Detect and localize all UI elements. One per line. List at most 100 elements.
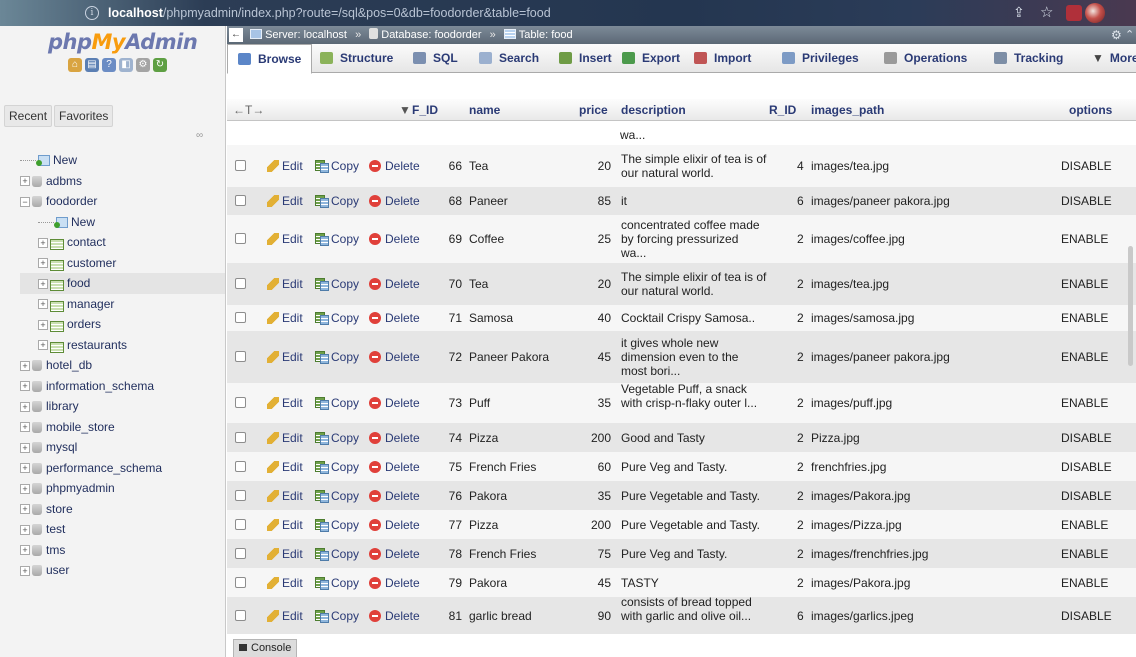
tree-item-foodorder[interactable]: − foodorder [20,191,225,212]
column-arrows-icon[interactable]: ←T→ [233,103,264,117]
row-checkbox[interactable] [235,195,246,206]
tree-item-test[interactable]: + test [20,519,225,540]
edit-button[interactable]: Edit [267,194,303,208]
row-checkbox[interactable] [235,278,246,289]
column-header-options[interactable]: options [1069,103,1112,117]
tab-insert[interactable]: Insert [549,44,622,73]
tree-item-contact[interactable]: + contact [20,232,225,253]
expand-icon[interactable]: + [20,401,30,412]
tree-item-restaurants[interactable]: + restaurants [20,335,225,356]
column-header-rid[interactable]: R_ID [769,103,796,117]
tree-item-store[interactable]: + store [20,499,225,520]
row-checkbox[interactable] [235,461,246,472]
expand-icon[interactable]: + [20,360,30,371]
copy-button[interactable]: Copy [315,194,359,208]
row-checkbox[interactable] [235,160,246,171]
column-header-description[interactable]: description [621,103,686,117]
tab-privileges[interactable]: Privileges [772,44,869,73]
expand-icon[interactable]: + [38,278,48,289]
edit-button[interactable]: Edit [267,431,303,445]
help-icon[interactable]: ? [102,58,116,72]
edit-button[interactable]: Edit [267,547,303,561]
tree-item-manager[interactable]: + manager [20,294,225,315]
tree-item-user[interactable]: + user [20,560,225,581]
edit-button[interactable]: Edit [267,489,303,503]
column-header-price[interactable]: price [579,103,608,117]
console-toggle[interactable]: Console [233,639,298,657]
tree-item-orders[interactable]: + orders [20,314,225,335]
tree-item-adbms[interactable]: + adbms [20,171,225,192]
tree-item-tms[interactable]: + tms [20,540,225,561]
copy-button[interactable]: Copy [315,576,359,590]
row-checkbox[interactable] [235,351,246,362]
copy-button[interactable]: Copy [315,547,359,561]
delete-button[interactable]: Delete [369,277,420,291]
edit-button[interactable]: Edit [267,609,303,623]
delete-button[interactable]: Delete [369,194,420,208]
expand-icon[interactable]: + [38,319,48,330]
bookmark-star-icon[interactable]: ☆ [1040,3,1053,21]
delete-button[interactable]: Delete [369,311,420,325]
settings-icon[interactable]: ⚙ [136,58,150,72]
edit-button[interactable]: Edit [267,576,303,590]
column-header-fid[interactable]: F_ID [412,103,438,117]
expand-icon[interactable]: + [20,463,30,474]
column-header-images-path[interactable]: images_path [811,103,884,117]
copy-button[interactable]: Copy [315,396,359,410]
delete-button[interactable]: Delete [369,232,420,246]
delete-button[interactable]: Delete [369,396,420,410]
copy-button[interactable]: Copy [315,159,359,173]
tab-export[interactable]: Export [612,44,690,73]
tree-item-mysql[interactable]: + mysql [20,437,225,458]
edit-button[interactable]: Edit [267,159,303,173]
breadcrumb-database[interactable]: Database: foodorder [381,29,481,41]
favorites-tab[interactable]: Favorites [54,105,114,127]
column-header-name[interactable]: name [469,103,500,117]
tab-operations[interactable]: Operations [874,44,977,73]
tree-item-hotel-db[interactable]: + hotel_db [20,355,225,376]
profile-avatar[interactable] [1085,3,1105,23]
expand-icon[interactable]: + [20,524,30,535]
tab-more[interactable]: ▼ More [1082,44,1136,73]
copy-button[interactable]: Copy [315,232,359,246]
breadcrumb-table[interactable]: Table: food [519,29,573,41]
phpmyadmin-logo[interactable]: phpMyAdmin [48,30,198,54]
breadcrumb-server[interactable]: Server: localhost [265,29,347,41]
expand-icon[interactable]: + [38,237,48,248]
tab-browse[interactable]: Browse [227,44,313,74]
tree-item-information-schema[interactable]: + information_schema [20,376,225,397]
row-checkbox[interactable] [235,548,246,559]
copy-button[interactable]: Copy [315,609,359,623]
row-checkbox[interactable] [235,490,246,501]
expand-icon[interactable]: − [20,196,30,207]
tree-item-performance-schema[interactable]: + performance_schema [20,458,225,479]
expand-icon[interactable]: + [38,340,48,351]
tab-sql[interactable]: SQL [403,44,468,73]
tree-item-phpmyadmin[interactable]: + phpmyadmin [20,478,225,499]
delete-button[interactable]: Delete [369,431,420,445]
copy-button[interactable]: Copy [315,311,359,325]
tree-item-food[interactable]: + food [20,273,225,294]
row-checkbox[interactable] [235,577,246,588]
extension-icon[interactable] [1066,5,1082,21]
site-info-icon[interactable]: i [85,6,99,20]
tab-structure[interactable]: Structure [310,44,403,73]
tree-item-mobile-store[interactable]: + mobile_store [20,417,225,438]
expand-icon[interactable]: + [20,504,30,515]
expand-icon[interactable]: + [38,258,48,269]
row-checkbox[interactable] [235,432,246,443]
edit-button[interactable]: Edit [267,350,303,364]
expand-icon[interactable]: + [20,483,30,494]
delete-button[interactable]: Delete [369,460,420,474]
row-checkbox[interactable] [235,397,246,408]
share-icon[interactable]: ⇪ [1013,4,1025,21]
tab-search[interactable]: Search [469,44,549,73]
edit-button[interactable]: Edit [267,460,303,474]
gear-icon[interactable]: ⚙ [1111,26,1122,44]
delete-button[interactable]: Delete [369,159,420,173]
expand-icon[interactable]: + [20,565,30,576]
expand-icon[interactable]: + [20,381,30,392]
expand-icon[interactable]: + [20,545,30,556]
edit-button[interactable]: Edit [267,518,303,532]
back-arrow-icon[interactable]: ← [229,28,243,42]
